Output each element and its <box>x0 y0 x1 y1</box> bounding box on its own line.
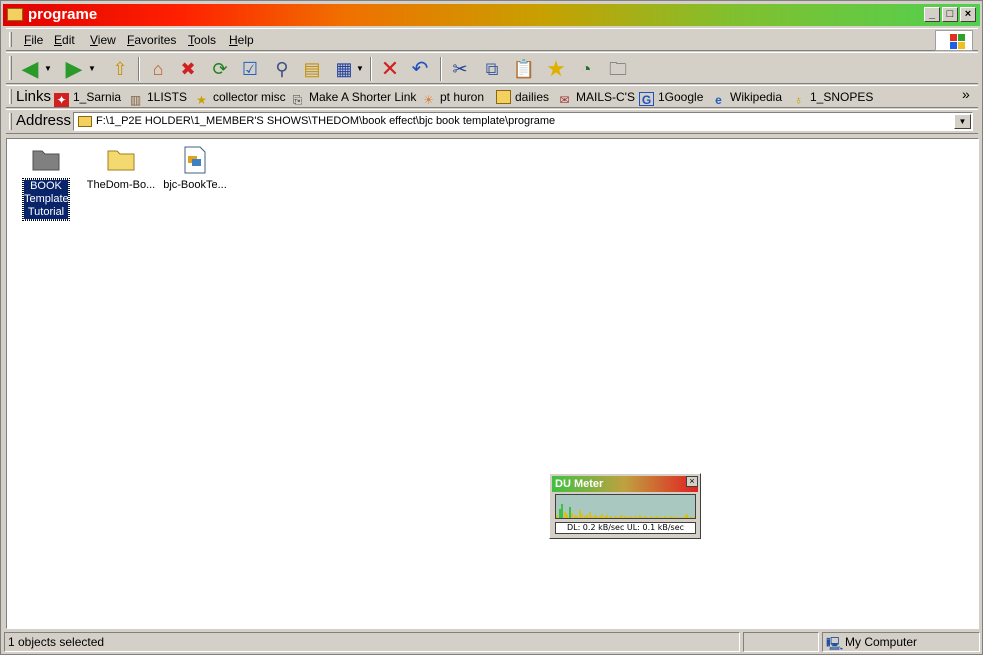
du-meter-stats: DL: 0.2 kB/sec UL: 0.1 kB/sec <box>555 522 696 534</box>
link-google[interactable]: G 1Google <box>639 90 703 107</box>
folder-icon <box>106 145 136 173</box>
list-icon: ▥ <box>129 93 142 107</box>
du-graph-bar <box>693 516 695 518</box>
link-make-shorter[interactable]: ⎘ Make A Shorter Link <box>290 90 417 107</box>
favorites-star-icon[interactable]: ★ <box>542 56 570 82</box>
menu-bar: File Edit View Favorites Tools Help <box>6 28 978 51</box>
computer-icon: 🖳 <box>826 636 844 651</box>
toolbar-grip[interactable] <box>9 89 12 104</box>
window-title: programe <box>28 6 98 23</box>
title-bar[interactable]: programe _ □ × <box>3 4 980 26</box>
checklist-icon[interactable]: ☑ <box>236 56 264 82</box>
refresh-icon[interactable]: ⟳ <box>206 56 234 82</box>
toolbar-grip[interactable] <box>9 32 12 47</box>
link-pt-huron[interactable]: ☀ pt huron <box>421 90 484 107</box>
mail-icon: ✉ <box>559 93 570 107</box>
file-name: TheDom-Bo... <box>86 179 156 191</box>
file-item[interactable]: bjc-BookTe... <box>157 145 233 192</box>
back-dropdown-icon[interactable]: ▼ <box>42 56 54 82</box>
delete-icon[interactable]: ✕ <box>376 56 404 82</box>
maximize-button[interactable]: □ <box>942 7 958 22</box>
undo-icon[interactable]: ↶ <box>406 56 434 82</box>
search-icon[interactable]: ⚲ <box>268 56 296 82</box>
menu-edit[interactable]: Edit <box>54 33 75 47</box>
links-label: Links <box>16 88 52 105</box>
du-meter-title: DU Meter <box>552 476 698 492</box>
toolbar-separator <box>370 57 372 81</box>
menu-favorites[interactable]: Favorites <box>127 33 176 47</box>
forward-dropdown-icon[interactable]: ▼ <box>86 56 98 82</box>
file-item[interactable]: BOOK Template Tutorial <box>8 145 84 221</box>
link-wikipedia[interactable]: e Wikipedia <box>711 90 782 107</box>
file-name: BOOK Template Tutorial <box>22 178 70 221</box>
du-meter-close-button[interactable]: × <box>686 476 698 487</box>
new-folder-icon[interactable]: 🗀 <box>604 56 632 82</box>
folder-icon <box>7 8 23 21</box>
file-item[interactable]: TheDom-Bo... <box>83 145 159 192</box>
address-bar: Address F:\1_P2E HOLDER\1_MEMBER'S SHOWS… <box>6 109 978 134</box>
ie-icon: e <box>715 93 722 107</box>
folder-gray-icon <box>31 145 61 173</box>
links-chevron-button[interactable]: » <box>962 86 970 102</box>
link-snopes[interactable]: ♁ 1_SNOPES <box>791 90 873 107</box>
menu-tools[interactable]: Tools <box>188 33 216 47</box>
link-page-icon: ⎘ <box>292 93 303 107</box>
link-mails[interactable]: ✉ MAILS-C'S <box>557 90 635 107</box>
status-selection: 1 objects selected <box>4 632 740 652</box>
link-dailies[interactable]: dailies <box>496 90 549 104</box>
menu-view[interactable]: View <box>90 33 116 47</box>
home-icon[interactable]: ⌂ <box>144 56 172 82</box>
file-name: bjc-BookTe... <box>163 179 227 191</box>
du-meter-graph <box>555 494 696 519</box>
link-lists[interactable]: ▥ 1LISTS <box>128 90 187 107</box>
links-bar: Links ✦ 1_Sarnia ▥ 1LISTS ★ collector misc … <box>6 85 978 108</box>
forward-icon[interactable]: ▶ <box>60 56 88 82</box>
document-icon <box>180 145 210 174</box>
link-collector-misc[interactable]: ★ collector misc <box>194 90 286 107</box>
cut-icon[interactable]: ✂ <box>446 56 474 82</box>
windows-logo-icon <box>935 30 973 51</box>
copy-icon[interactable]: ⧉ <box>478 56 506 82</box>
up-folder-icon[interactable]: ⇧ <box>106 56 134 82</box>
menu-file[interactable]: File <box>24 33 43 47</box>
folders-icon[interactable]: ▤ <box>298 56 326 82</box>
toolbar-grip[interactable] <box>9 56 12 80</box>
toolbar-separator <box>440 57 442 81</box>
status-bar: 1 objects selected 🖳 My Computer <box>4 632 981 652</box>
standard-toolbar: ◀ ▼ ▶ ▼ ⇧ ⌂ ✖ ⟳ ☑ ⚲ ▤ ▦ ▼ ✕ ↶ ✂ ⧉ 📋 ★ ◔ … <box>6 52 978 84</box>
link-sarnia[interactable]: ✦ 1_Sarnia <box>54 90 121 107</box>
status-location: My Computer <box>845 635 918 649</box>
toolbar-separator <box>138 57 140 81</box>
du-meter-widget[interactable]: DU Meter × DL: 0.2 kB/sec UL: 0.1 kB/sec <box>549 473 701 539</box>
canada-flag-icon: ✦ <box>54 93 69 107</box>
close-button[interactable]: × <box>960 7 976 22</box>
address-label: Address <box>16 112 72 129</box>
folder-icon <box>496 90 511 104</box>
stop-icon[interactable]: ✖ <box>174 56 202 82</box>
address-value: F:\1_P2E HOLDER\1_MEMBER'S SHOWS\THEDOM\… <box>96 115 556 127</box>
menu-help[interactable]: Help <box>229 33 254 47</box>
file-view[interactable]: BOOK Template Tutorial TheDom-Bo... bjc-… <box>6 138 979 629</box>
paste-icon[interactable]: 📋 <box>510 56 538 82</box>
explorer-window: programe _ □ × File Edit View Favorites … <box>0 0 983 655</box>
sun-icon: ☀ <box>423 93 434 107</box>
toolbar-grip[interactable] <box>9 113 12 130</box>
folder-icon <box>78 116 92 127</box>
minimize-button[interactable]: _ <box>924 7 940 22</box>
back-icon[interactable]: ◀ <box>16 56 44 82</box>
address-input[interactable]: F:\1_P2E HOLDER\1_MEMBER'S SHOWS\THEDOM\… <box>73 112 973 131</box>
lightbulb-icon: ♁ <box>794 93 803 107</box>
status-panel-empty <box>743 632 819 652</box>
status-location-panel: 🖳 My Computer <box>822 632 980 652</box>
star-icon: ★ <box>196 93 207 107</box>
address-dropdown-button[interactable]: ▼ <box>954 114 971 129</box>
views-dropdown-icon[interactable]: ▼ <box>354 56 366 82</box>
speedometer-icon[interactable]: ◔ <box>572 56 600 82</box>
google-icon: G <box>639 92 654 107</box>
